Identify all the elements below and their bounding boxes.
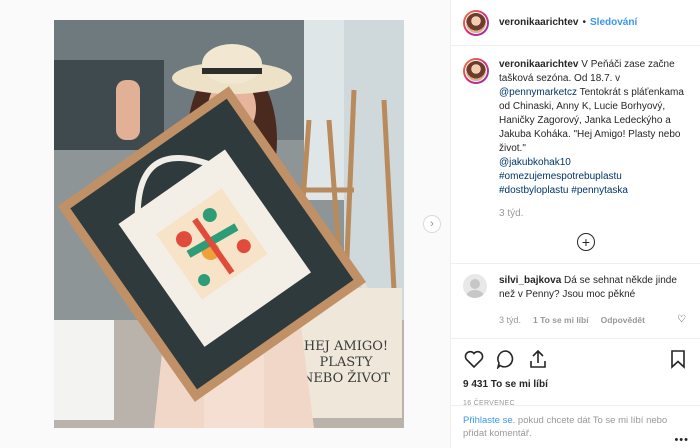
svg-text:PLASTY: PLASTY xyxy=(320,355,373,370)
heart-icon[interactable] xyxy=(463,348,485,370)
hashtag-pennytaska[interactable]: #pennytaska xyxy=(571,185,628,196)
caption-author[interactable]: veronikaarichtev xyxy=(499,59,579,70)
follow-button[interactable]: Sledování xyxy=(590,17,637,28)
svg-text:HEJ AMIGO!: HEJ AMIGO! xyxy=(304,339,388,354)
reply-button[interactable]: Odpovědět xyxy=(601,315,645,325)
author-username[interactable]: veronikaarichtev xyxy=(499,17,579,28)
caption-avatar[interactable] xyxy=(463,58,489,84)
post-actions: 9 431 To se mi líbí 16 ČERVENEC xyxy=(451,338,700,407)
login-link[interactable]: Přihlaste se. xyxy=(463,415,515,426)
author-avatar[interactable] xyxy=(463,9,489,36)
caption: veronikaarichtev V Peňáči zase začne taš… xyxy=(463,58,688,198)
load-more-comments-button[interactable]: + xyxy=(577,233,595,251)
comment-meta: 3 týd. 1 To se mi líbí Odpovědět ♡ xyxy=(499,314,688,325)
comments-section: veronikaarichtev V Peňáči zase začne taš… xyxy=(451,46,700,330)
bookmark-icon[interactable] xyxy=(667,348,689,370)
next-photo-button[interactable]: › xyxy=(423,215,441,233)
commenter-avatar[interactable] xyxy=(463,274,487,298)
instagram-post-page: HEJ AMIGO! PLASTY NEBO ŽIVOT › veronikaa… xyxy=(0,0,700,448)
comment-likes[interactable]: 1 To se mi líbí xyxy=(533,315,589,325)
comment-item: silvi_bajkova Dá se sehnat někde jinde n… xyxy=(463,274,688,302)
mention-pennymarket[interactable]: @pennymarketcz xyxy=(499,87,577,98)
post-sidebar: veronikaarichtev • Sledování veronikaari… xyxy=(450,0,700,448)
login-prompt: Přihlaste se. pokud chcete dát To se mi … xyxy=(451,405,700,448)
caption-time: 3 týd. xyxy=(499,208,524,219)
chevron-right-icon: › xyxy=(430,218,434,230)
plus-circle-icon: + xyxy=(581,234,591,250)
comment-text: silvi_bajkova Dá se sehnat někde jinde n… xyxy=(499,274,679,302)
hashtag-dostbylo[interactable]: #dostbyloplastu xyxy=(499,185,569,196)
share-icon[interactable] xyxy=(527,348,549,370)
caption-text: veronikaarichtev V Peňáči zase začne taš… xyxy=(499,58,688,198)
hashtag-omezujeme[interactable]: #omezujemespotrebuplastu xyxy=(499,171,622,182)
like-count[interactable]: 9 431 To se mi líbí xyxy=(463,379,689,390)
mention-jakubkohak[interactable]: @jakubkohak10 xyxy=(499,157,571,168)
comment-icon[interactable] xyxy=(495,348,517,370)
comment-time: 3 týd. xyxy=(499,314,522,325)
action-icons xyxy=(463,347,689,371)
post-photo[interactable]: HEJ AMIGO! PLASTY NEBO ŽIVOT xyxy=(54,20,404,428)
commenter-username[interactable]: silvi_bajkova xyxy=(499,275,561,286)
post-header: veronikaarichtev • Sledování xyxy=(451,0,700,46)
heart-icon[interactable]: ♡ xyxy=(677,314,686,325)
separator-dot: • xyxy=(582,17,587,28)
more-icon[interactable]: ••• xyxy=(674,434,689,447)
svg-text:NEBO ŽIVOT: NEBO ŽIVOT xyxy=(302,370,390,386)
photo-illustration: HEJ AMIGO! PLASTY NEBO ŽIVOT xyxy=(54,20,404,428)
comment-divider xyxy=(451,263,700,264)
